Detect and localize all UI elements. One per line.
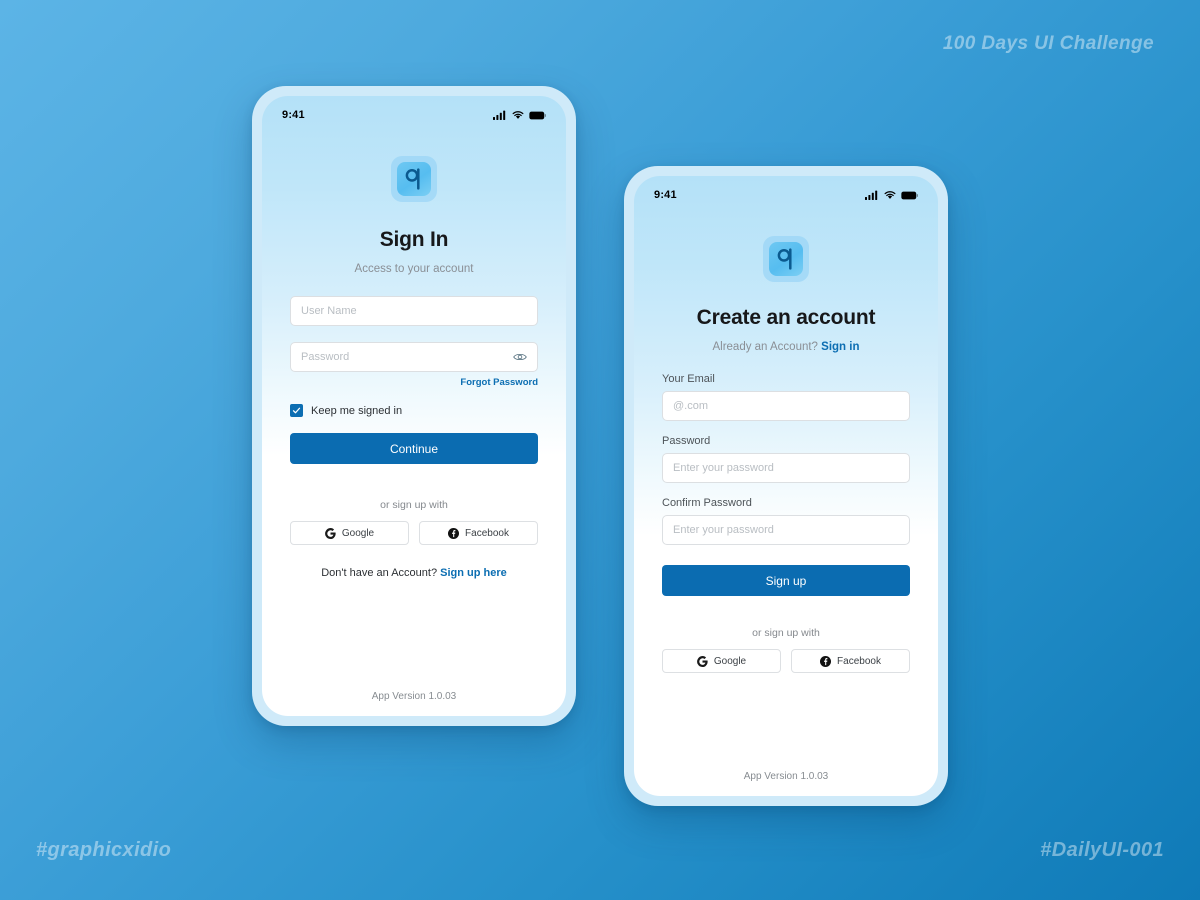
facebook-signup-label: Facebook bbox=[837, 655, 881, 667]
design-canvas: 100 Days UI Challenge #graphicxidio #Dai… bbox=[0, 0, 1200, 900]
keep-signed-in-checkbox[interactable] bbox=[290, 404, 303, 417]
wifi-icon bbox=[884, 191, 896, 199]
facebook-signin-button[interactable]: Facebook bbox=[419, 521, 538, 545]
status-bar-signup: 9:41 bbox=[634, 182, 938, 208]
status-time: 9:41 bbox=[282, 109, 305, 121]
watermark-dailyui: #DailyUI-001 bbox=[1040, 839, 1164, 861]
signin-link[interactable]: Sign in bbox=[821, 341, 859, 353]
forgot-password-link[interactable]: Forgot Password bbox=[290, 377, 538, 388]
social-buttons-row-signup: Google Facebook bbox=[662, 649, 910, 673]
signal-bars-icon bbox=[493, 110, 506, 120]
app-logo-outer bbox=[391, 156, 437, 202]
signin-screen: 9:41 Sign In Access to your account User… bbox=[262, 96, 566, 716]
logo-container bbox=[262, 156, 566, 202]
social-divider-label-signup: or sign up with bbox=[752, 627, 820, 639]
page-subtitle: Access to your account bbox=[354, 263, 474, 275]
confirm-password-group: Confirm Password Enter your password bbox=[662, 497, 910, 545]
confirm-password-field[interactable]: Enter your password bbox=[662, 515, 910, 545]
password-group: Password Enter your password bbox=[662, 435, 910, 483]
battery-icon bbox=[901, 191, 918, 199]
already-account-text: Already an Account? bbox=[712, 341, 818, 353]
password-placeholder: Password bbox=[301, 351, 350, 363]
google-icon bbox=[324, 527, 336, 539]
page-title-signup: Create an account bbox=[696, 306, 876, 329]
status-bar: 9:41 bbox=[262, 102, 566, 128]
page-subtitle-signup: Already an Account? Sign in bbox=[634, 341, 938, 353]
email-placeholder: @.com bbox=[673, 400, 709, 412]
logo-glyph-icon bbox=[405, 168, 420, 190]
logo-container-signup bbox=[634, 236, 938, 282]
signup-cta-text: Don't have an Account? bbox=[321, 567, 438, 579]
google-icon bbox=[696, 655, 708, 667]
app-logo-icon bbox=[769, 242, 803, 276]
logo-glyph-icon bbox=[777, 248, 792, 270]
keep-signed-in-label: Keep me signed in bbox=[311, 404, 403, 417]
watermark-challenge: 100 Days UI Challenge bbox=[942, 33, 1154, 54]
battery-icon bbox=[529, 111, 546, 119]
signup-here-link[interactable]: Sign up here bbox=[440, 567, 507, 579]
signup-cta: Don't have an Account? Sign up here bbox=[290, 567, 538, 579]
facebook-icon bbox=[820, 655, 832, 667]
app-logo-icon bbox=[397, 162, 431, 196]
status-time-signup: 9:41 bbox=[654, 189, 677, 201]
username-placeholder: User Name bbox=[301, 305, 357, 317]
facebook-signin-label: Facebook bbox=[465, 527, 509, 539]
signup-form: Your Email @.com Password Enter your pas… bbox=[634, 353, 938, 796]
social-divider-label: or sign up with bbox=[380, 499, 448, 511]
email-field[interactable]: @.com bbox=[662, 391, 910, 421]
eye-icon[interactable] bbox=[513, 352, 527, 362]
facebook-icon bbox=[448, 527, 460, 539]
google-signin-label: Google bbox=[341, 527, 375, 539]
watermark-handle: #graphicxidio bbox=[36, 839, 172, 861]
wifi-icon bbox=[512, 111, 524, 119]
google-signin-button[interactable]: Google bbox=[290, 521, 409, 545]
confirm-password-label: Confirm Password bbox=[662, 497, 752, 509]
page-title: Sign In bbox=[379, 228, 449, 251]
app-version-label: App Version 1.0.03 bbox=[371, 691, 457, 702]
signup-button[interactable]: Sign up bbox=[662, 565, 910, 596]
google-signup-button[interactable]: Google bbox=[662, 649, 781, 673]
confirm-password-placeholder: Enter your password bbox=[673, 524, 774, 536]
email-label: Your Email bbox=[662, 373, 715, 385]
continue-button[interactable]: Continue bbox=[290, 433, 538, 464]
social-buttons-row: Google Facebook bbox=[290, 521, 538, 545]
signal-bars-icon bbox=[865, 190, 878, 200]
email-group: Your Email @.com bbox=[662, 373, 910, 421]
username-field[interactable]: User Name bbox=[290, 296, 538, 326]
status-icons-signup bbox=[865, 190, 918, 200]
password-field[interactable]: Password bbox=[290, 342, 538, 372]
facebook-signup-button[interactable]: Facebook bbox=[791, 649, 910, 673]
keep-signed-in-row[interactable]: Keep me signed in bbox=[290, 404, 538, 417]
google-signup-label: Google bbox=[713, 655, 747, 667]
app-version-label-signup: App Version 1.0.03 bbox=[743, 771, 829, 782]
password-placeholder-signup: Enter your password bbox=[673, 462, 774, 474]
signin-form: User Name Password Forgot Password Keep … bbox=[262, 275, 566, 716]
check-icon bbox=[292, 407, 301, 414]
password-field-signup[interactable]: Enter your password bbox=[662, 453, 910, 483]
phone-mockup-signin: 9:41 Sign In Access to your account User… bbox=[252, 86, 576, 726]
status-icons bbox=[493, 110, 546, 120]
phone-mockup-signup: 9:41 Create an account Already an Accoun… bbox=[624, 166, 948, 806]
app-logo-outer-signup bbox=[763, 236, 809, 282]
password-label: Password bbox=[662, 435, 711, 447]
signup-screen: 9:41 Create an account Already an Accoun… bbox=[634, 176, 938, 796]
